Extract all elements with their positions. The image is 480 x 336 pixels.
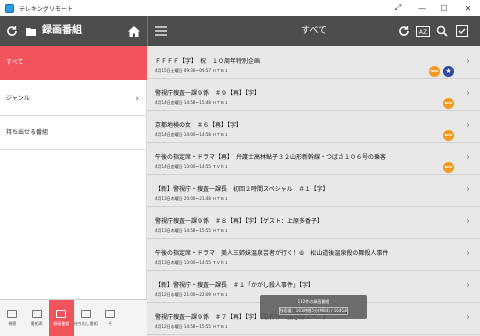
new-badge: NEW	[443, 130, 454, 141]
maximize-icon[interactable]: ☐	[432, 0, 456, 16]
nav-portable[interactable]: 持ち出し番組	[74, 300, 99, 336]
select-icon[interactable]	[455, 16, 469, 46]
program-title: 【新】警視庁・捜査一課長 ＃１「かがし殺人事件」【字】	[155, 282, 315, 289]
program-row[interactable]: 【新】警視庁・捜査一課長 初回２時間スペシャル ＃１【字】 4月13日木曜日 20…	[147, 176, 480, 207]
chevron-right-icon: ›	[466, 184, 470, 195]
sidebar-item-label: 持ち出せる番組	[6, 129, 49, 136]
home-icon[interactable]	[125, 16, 143, 46]
sort-icon[interactable]: AZ	[415, 16, 431, 46]
portable-icon	[80, 310, 91, 318]
new-badge: NEW	[443, 98, 454, 109]
new-badge: NEW	[429, 66, 440, 77]
svg-text:AZ: AZ	[419, 29, 427, 36]
close-icon[interactable]: ✕	[456, 0, 480, 16]
program-title: 警視庁捜査一課９係 ＃９【再】【字】	[155, 90, 261, 97]
chevron-right-icon: ›	[466, 216, 470, 227]
refresh-list-icon[interactable]	[397, 16, 411, 46]
more-icon	[105, 310, 116, 318]
right-header: すべて AZ	[147, 16, 480, 46]
app-icon	[5, 3, 14, 13]
program-row[interactable]: 午後の指定席・ドラマ 美人三姉妹温泉芸者が行く！⑥ 松山道後温泉殺の舞殺人事件 4…	[147, 240, 480, 271]
nav-watch[interactable]: 視聴	[0, 300, 25, 336]
program-datetime: 4月15日土曜日 09:30～09:57 ＨＴＢ１	[155, 68, 229, 73]
program-datetime: 4月14日金曜日 14:58～15:48 ＨＴＢ１	[155, 100, 229, 105]
title-bar: テレキングリモート ⤢ — ☐ ✕	[0, 0, 480, 16]
nav-recordings[interactable]: 録画番組	[49, 300, 74, 336]
bottom-nav: 視聴 番組表 録画番組 持ち出し番組 そ	[0, 299, 147, 336]
refresh-icon[interactable]	[4, 16, 20, 46]
program-datetime: 4月12日水曜日 14:58～15:55 ＨＴＢ１	[155, 324, 229, 329]
program-title: 午後の指定席・ドラマ 美人三姉妹温泉芸者が行く！⑥ 松山道後温泉殺の舞殺人事件	[155, 250, 389, 257]
window-title: テレキングリモート	[19, 5, 73, 13]
minimize-icon[interactable]: —	[410, 0, 434, 16]
search-icon[interactable]	[435, 16, 449, 46]
program-title: 警視庁捜査一課９係 ＃８【再】【字】【ゲスト：上原多香子】	[155, 218, 324, 225]
page-title: 録画番組	[42, 25, 82, 36]
sidebar-item-label: ジャンル	[6, 95, 30, 102]
guide-icon	[31, 310, 42, 318]
chevron-right-icon: ›	[135, 94, 139, 104]
program-datetime: 4月14日金曜日 13:00～14:55 ＴＶｈ１	[155, 164, 229, 169]
storage-remaining: 残容量：161時間5分(MB4) / 164GB	[279, 308, 348, 313]
sidebar-item-portable[interactable]: 持ち出せる番組	[0, 116, 147, 150]
program-datetime: 4月13日木曜日 14:58～15:55 ＨＴＢ１	[155, 228, 229, 233]
tv-icon	[7, 310, 18, 318]
chevron-right-icon: ›	[466, 56, 470, 67]
app-window: テレキングリモート ⤢ — ☐ ✕ 録画番組 すべて AZ すべて ジャンル ›…	[0, 0, 480, 336]
program-datetime: 4月12日水曜日 21:00～22:09 ＨＴＢ１	[155, 292, 229, 297]
chevron-right-icon: ›	[466, 280, 470, 291]
program-row[interactable]: 午後の指定席・ドラマ【再】 弁護士高林鮎子３２山形新幹線・つばさ１０６号の乗客 4…	[147, 144, 480, 175]
program-datetime: 4月13日木曜日 13:00～14:55 ＴＶｈ１	[155, 260, 229, 265]
program-row[interactable]: ＦＦＦＦ【字】 祝 １０周年特別企画 4月15日土曜日 09:30～09:57 Ｈ…	[147, 48, 480, 79]
back-icon[interactable]: ⤢	[386, 0, 410, 16]
chevron-right-icon: ›	[466, 248, 470, 259]
left-header: 録画番組	[0, 16, 147, 46]
sidebar: すべて ジャンル › 持ち出せる番組	[0, 46, 147, 299]
nav-more[interactable]: そ	[98, 300, 123, 336]
star-icon[interactable]: ★	[443, 66, 454, 77]
sidebar-item-label: すべて	[6, 59, 24, 66]
chevron-right-icon: ›	[466, 312, 470, 323]
sidebar-item-all[interactable]: すべて	[0, 46, 147, 80]
sidebar-item-genre[interactable]: ジャンル ›	[0, 82, 147, 116]
new-badge: NEW	[443, 162, 454, 173]
program-list: ＦＦＦＦ【字】 祝 １０周年特別企画 4月15日土曜日 09:30～09:57 Ｈ…	[147, 46, 480, 336]
recordings-icon	[56, 310, 67, 318]
program-datetime: 4月14日金曜日 14:00～14:58 ＨＴＢ１	[155, 132, 229, 137]
program-title: 【新】警視庁・捜査一課長 初回２時間スペシャル ＃１【字】	[155, 186, 329, 193]
chevron-right-icon: ›	[466, 88, 470, 99]
chevron-right-icon: ›	[466, 152, 470, 163]
recording-count: 112件の録画番組	[297, 299, 330, 304]
program-title: 京都地検の女 ＃６【再】【字】	[155, 122, 243, 129]
chevron-right-icon: ›	[466, 120, 470, 131]
storage-toast: 112件の録画番組 残容量：161時間5分(MB4) / 164GB	[260, 295, 367, 319]
program-title: ＦＦＦＦ【字】 祝 １０周年特別企画	[155, 58, 261, 65]
program-row[interactable]: 警視庁捜査一課９係 ＃８【再】【字】【ゲスト：上原多香子】 4月13日木曜日 14…	[147, 208, 480, 239]
program-row[interactable]: 警視庁捜査一課９係 ＃９【再】【字】 4月14日金曜日 14:58～15:48 Ｈ…	[147, 80, 480, 111]
program-datetime: 4月13日木曜日 20:00～21:48 ＨＴＢ１	[155, 196, 229, 201]
program-title: 午後の指定席・ドラマ【再】 弁護士高林鮎子３２山形新幹線・つばさ１０６号の乗客	[155, 154, 387, 161]
program-row[interactable]: 京都地検の女 ＃６【再】【字】 4月14日金曜日 14:00～14:58 ＨＴＢ１…	[147, 112, 480, 143]
folder-icon[interactable]	[24, 16, 38, 46]
nav-epg[interactable]: 番組表	[25, 300, 50, 336]
